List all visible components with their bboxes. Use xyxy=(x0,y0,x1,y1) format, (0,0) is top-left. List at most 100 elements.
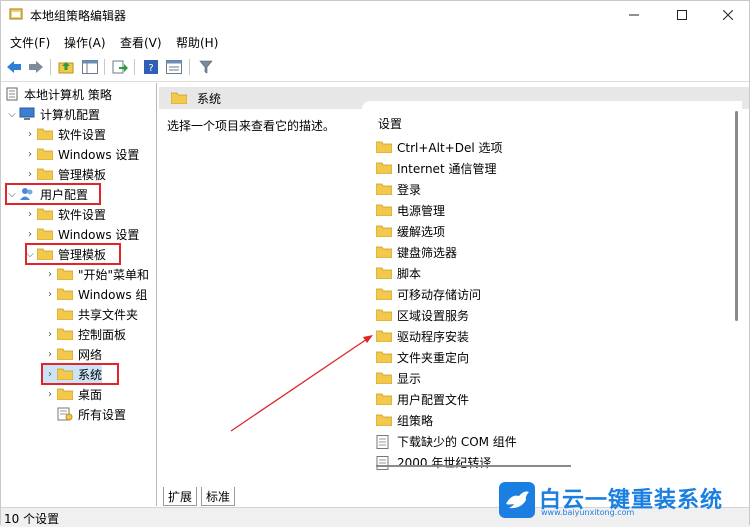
list-item[interactable]: Ctrl+Alt+Del 选项 xyxy=(376,137,502,157)
horizontal-scrollbar[interactable] xyxy=(376,465,571,467)
folder-icon xyxy=(57,388,73,400)
collapsed-chevron-icon[interactable]: › xyxy=(43,269,57,280)
tree-item[interactable]: › "开始"菜单和 xyxy=(43,264,149,284)
folder-icon xyxy=(37,228,53,240)
vertical-scrollbar[interactable] xyxy=(735,111,738,321)
list-item[interactable]: Internet 通信管理 xyxy=(376,158,496,178)
window-title: 本地组策略编辑器 xyxy=(30,9,127,23)
list-item[interactable]: 组策略 xyxy=(376,410,433,430)
tree-item[interactable]: › 软件设置 xyxy=(23,124,106,144)
tab-standard-label: 标准 xyxy=(206,489,231,504)
tree-item[interactable]: › 管理模板 xyxy=(23,164,106,184)
folder-icon xyxy=(376,372,392,384)
collapsed-chevron-icon[interactable]: › xyxy=(43,289,57,300)
list-item[interactable]: 缓解选项 xyxy=(376,221,445,241)
list-item[interactable]: 下载缺少的 COM 组件 xyxy=(376,431,517,451)
tree-item[interactable]: › 软件设置 xyxy=(23,204,106,224)
list-item[interactable]: 用户配置文件 xyxy=(376,389,469,409)
list-item[interactable]: 区域设置服务 xyxy=(376,305,469,325)
minimize-button[interactable] xyxy=(611,1,657,29)
collapsed-chevron-icon[interactable]: › xyxy=(23,209,37,220)
highlight-admin-templates xyxy=(25,243,121,265)
tree-item[interactable]: 所有设置 xyxy=(43,404,126,424)
collapsed-chevron-icon[interactable]: › xyxy=(43,389,57,400)
highlight-user-config xyxy=(5,183,101,205)
tree-item-label: 所有设置 xyxy=(78,407,127,422)
collapsed-chevron-icon[interactable]: › xyxy=(43,349,57,360)
folder-icon xyxy=(37,208,53,220)
collapsed-chevron-icon[interactable]: › xyxy=(23,129,37,140)
list-column-header[interactable]: 设置 xyxy=(378,115,402,132)
tab-standard[interactable]: 标准 xyxy=(201,487,236,506)
tree-item-label: "开始"菜单和 xyxy=(78,267,150,282)
menu-help[interactable]: 帮助(H) xyxy=(176,34,218,51)
list-item[interactable]: 文件夹重定向 xyxy=(376,347,469,367)
menu-file[interactable]: 文件(F) xyxy=(10,34,50,51)
bird-logo-icon xyxy=(499,482,535,518)
tree-item[interactable]: › Windows 设置 xyxy=(23,224,139,244)
collapsed-chevron-icon[interactable]: › xyxy=(23,229,37,240)
list-item[interactable]: 驱动程序安装 xyxy=(376,326,469,346)
show-hide-tree-button[interactable] xyxy=(81,58,99,76)
toolbar: ? xyxy=(1,53,749,82)
folder-icon xyxy=(376,414,392,426)
list-item-label: 区域设置服务 xyxy=(397,308,470,323)
list-item[interactable]: 登录 xyxy=(376,179,421,199)
tree-computer-label: 计算机配置 xyxy=(40,107,101,122)
list-item-label: 组策略 xyxy=(397,413,434,428)
list-item[interactable]: 可移动存储访问 xyxy=(376,284,481,304)
forward-arrow-icon xyxy=(29,61,43,73)
list-item[interactable]: 显示 xyxy=(376,368,421,388)
forward-button[interactable] xyxy=(27,58,45,76)
list-item-label: 可移动存储访问 xyxy=(397,287,482,302)
collapsed-chevron-icon[interactable]: › xyxy=(23,169,37,180)
folder-icon xyxy=(57,288,73,300)
tree-item-label: 软件设置 xyxy=(58,127,107,142)
filter-button[interactable] xyxy=(197,58,215,76)
list-item-label: 驱动程序安装 xyxy=(397,329,470,344)
settings-list: 设置 Ctrl+Alt+Del 选项 Internet 通信管理 登录电源管理 缓解选… xyxy=(362,101,742,475)
up-level-button[interactable] xyxy=(57,58,75,76)
list-item-label: 登录 xyxy=(397,182,422,197)
list-item[interactable]: 键盘筛选器 xyxy=(376,242,457,262)
tab-extended[interactable]: 扩展 xyxy=(163,487,198,506)
minimize-icon xyxy=(629,14,639,16)
export-list-button[interactable] xyxy=(111,58,129,76)
tree-item[interactable]: › Windows 设置 xyxy=(23,144,139,164)
menu-bar: 文件(F) 操作(A) 查看(V) 帮助(H) xyxy=(1,31,749,53)
maximize-button[interactable] xyxy=(659,1,705,29)
watermark-url: www.baiyunxitong.com xyxy=(541,508,635,517)
status-text: 10 个设置 xyxy=(4,512,60,526)
collapsed-chevron-icon[interactable]: › xyxy=(23,149,37,160)
back-button[interactable] xyxy=(5,58,23,76)
details-header-title: 系统 xyxy=(197,91,222,106)
folder-icon xyxy=(376,141,392,153)
help-button[interactable]: ? xyxy=(142,58,160,76)
tree-item-label: Windows 组 xyxy=(78,287,148,302)
list-item[interactable]: 电源管理 xyxy=(376,200,445,220)
menu-view[interactable]: 查看(V) xyxy=(120,34,162,51)
list-item-label: 显示 xyxy=(397,371,422,386)
tree-root[interactable]: 本地计算机 策略 xyxy=(5,84,112,104)
close-button[interactable] xyxy=(705,1,750,29)
list-item-label: Ctrl+Alt+Del 选项 xyxy=(397,140,503,155)
tree-item-label: 网络 xyxy=(78,347,103,362)
tree-item[interactable]: › 网络 xyxy=(43,344,102,364)
list-item[interactable]: 脚本 xyxy=(376,263,421,283)
tree-item[interactable]: › Windows 组 xyxy=(43,284,147,304)
list-item-label: 文件夹重定向 xyxy=(397,350,470,365)
expanded-chevron-icon[interactable]: ⌵ xyxy=(5,109,19,120)
folder-icon xyxy=(57,348,73,360)
list-item[interactable]: 2000 年世纪转译 xyxy=(376,452,491,472)
tree-item[interactable]: › 桌面 xyxy=(43,384,102,404)
tree-item[interactable]: 共享文件夹 xyxy=(43,304,138,324)
tree-item[interactable]: › 控制面板 xyxy=(43,324,126,344)
menu-action[interactable]: 操作(A) xyxy=(64,34,106,51)
collapsed-chevron-icon[interactable]: › xyxy=(43,329,57,340)
properties-button[interactable] xyxy=(165,58,183,76)
list-item-label: 脚本 xyxy=(397,266,422,281)
list-item-label: Internet 通信管理 xyxy=(397,161,497,176)
details-pane: 系统 选择一个项目来查看它的描述。 设置 Ctrl+Alt+Del 选项 Inte… xyxy=(159,83,749,486)
tree-computer-config[interactable]: ⌵ 计算机配置 xyxy=(5,104,100,124)
close-icon xyxy=(723,10,733,20)
